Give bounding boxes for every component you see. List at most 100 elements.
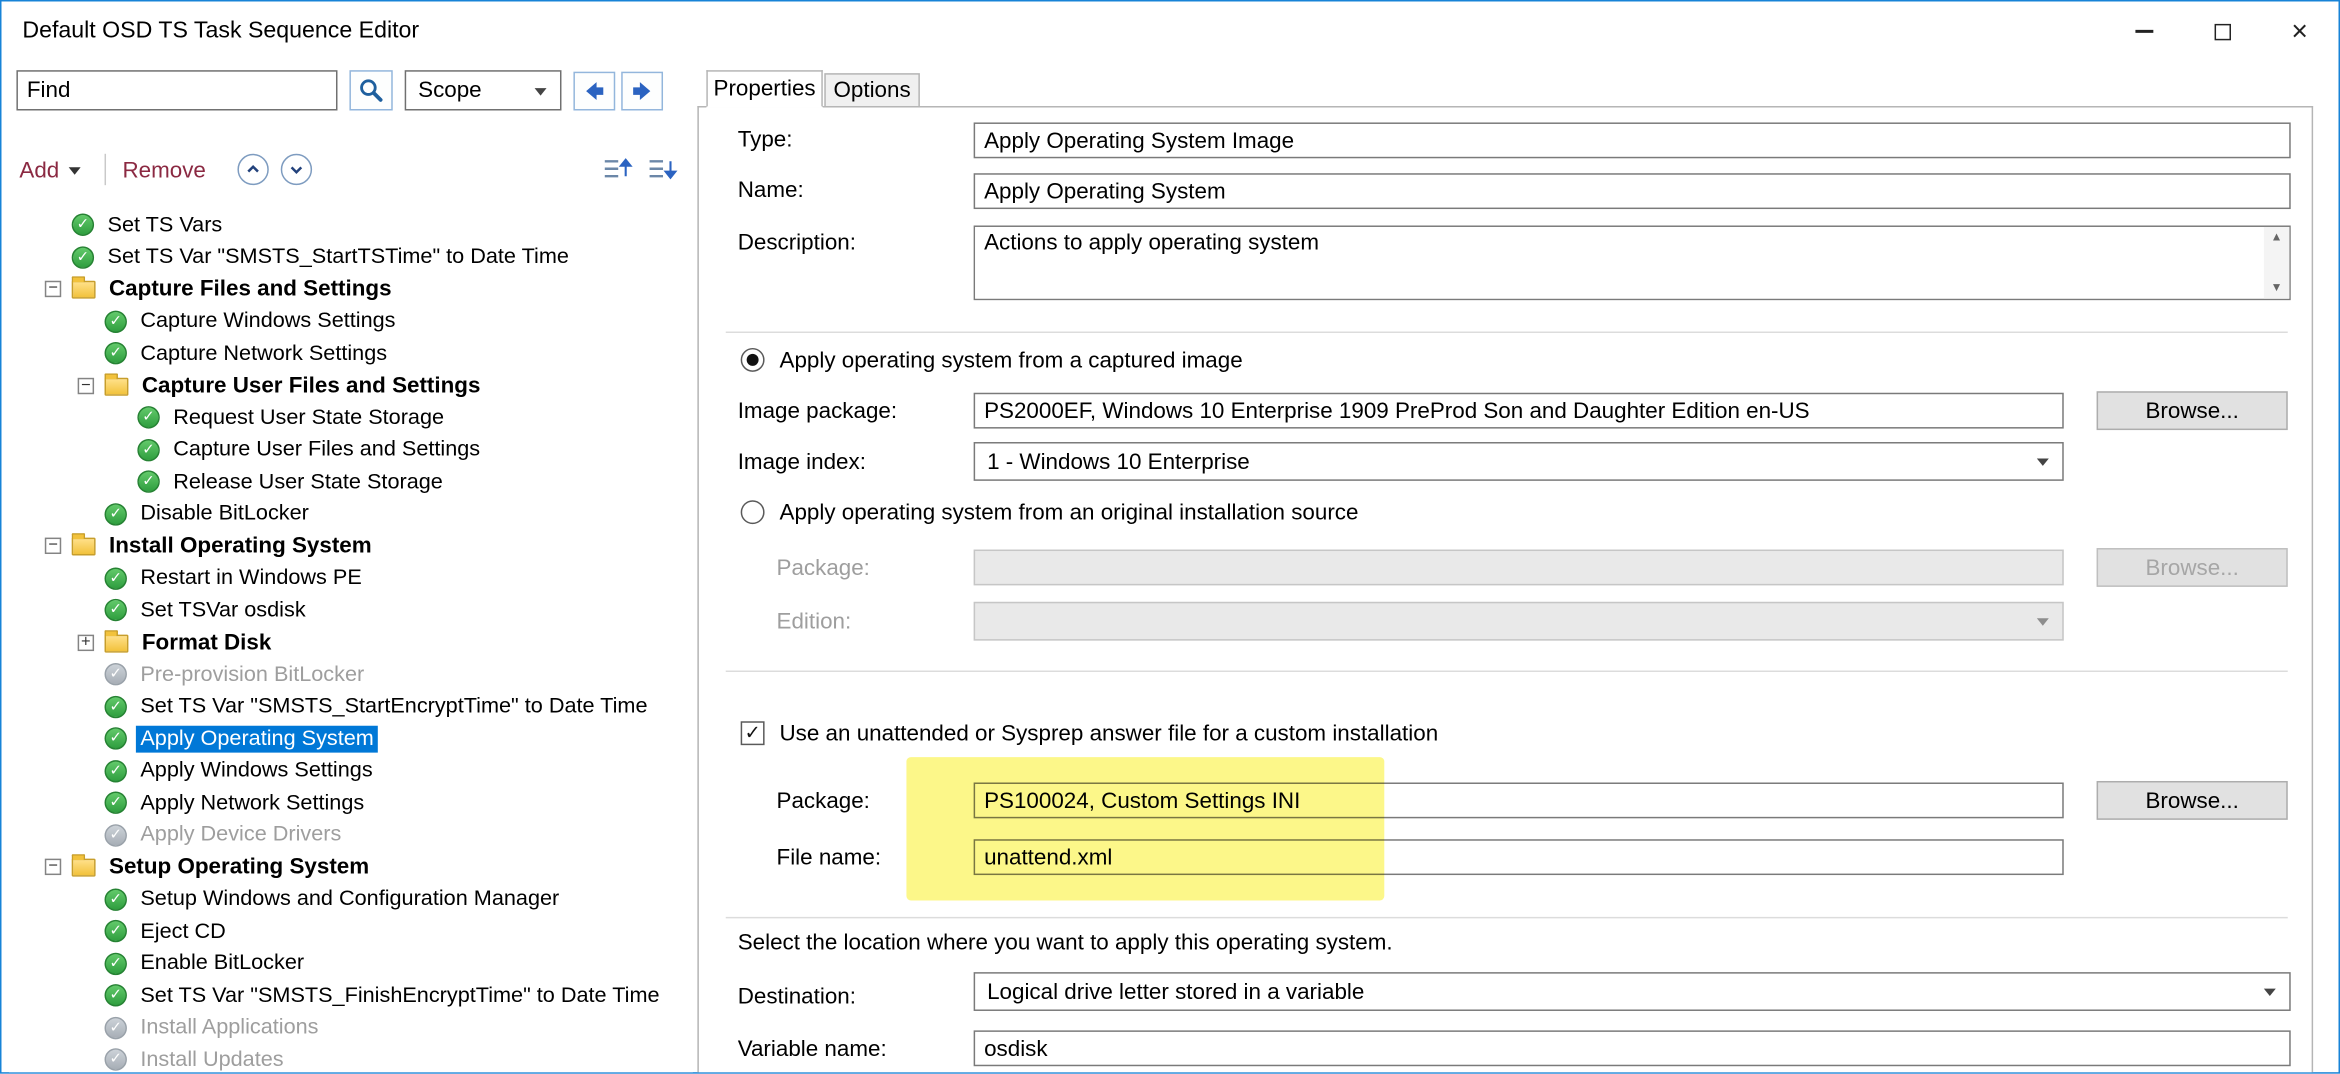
remove-button[interactable]: Remove xyxy=(122,152,205,188)
add-button[interactable]: Add xyxy=(19,152,80,188)
window-title: Default OSD TS Task Sequence Editor xyxy=(22,18,419,45)
tree-expander-icon[interactable]: + xyxy=(78,634,105,650)
tree-step-row[interactable]: ✓Request User State Storage xyxy=(9,402,693,434)
image-index-dropdown[interactable]: 1 - Windows 10 Enterprise xyxy=(974,442,2064,481)
scroll-up-icon[interactable]: ▲ xyxy=(2271,230,2283,245)
tree-step-row[interactable]: ✓Set TS Var "SMSTS_StartEncryptTime" to … xyxy=(9,691,693,723)
move-down-button[interactable] xyxy=(281,154,312,185)
description-field: Actions to apply operating system ▲ ▼ xyxy=(974,225,2291,300)
type-input[interactable] xyxy=(974,122,2291,158)
tree-item-label: Setup Operating System xyxy=(105,853,374,881)
step-check-icon: ✓ xyxy=(105,696,127,718)
destination-dropdown[interactable]: Logical drive letter stored in a variabl… xyxy=(974,972,2291,1011)
tree-step-row[interactable]: ✓Set TSVar osdisk xyxy=(9,594,693,626)
scroll-down-icon[interactable]: ▼ xyxy=(2271,281,2283,296)
maximize-button[interactable] xyxy=(2183,1,2261,61)
title-bar: Default OSD TS Task Sequence Editor xyxy=(1,1,2338,61)
tree-step-row[interactable]: ✓ Setup Windows and Configuration Manager xyxy=(9,883,693,915)
tree-item-label: Capture Files and Settings xyxy=(105,275,396,303)
description-scrollbar[interactable]: ▲ ▼ xyxy=(2264,227,2289,299)
tree-group-row[interactable]: +Format Disk xyxy=(9,626,693,658)
group-folder-icon xyxy=(72,281,96,299)
tree-step-row[interactable]: ✓Set TS Var "SMSTS_FinishEncryptTime" to… xyxy=(9,980,693,1012)
group-folder-icon xyxy=(72,538,96,556)
expand-all-button[interactable] xyxy=(645,152,678,185)
source-package-input xyxy=(974,550,2064,586)
tree-item-label: Capture Windows Settings xyxy=(136,308,400,335)
tree-expander-icon[interactable]: − xyxy=(78,377,105,393)
window-controls: × xyxy=(2106,1,2339,61)
tree-step-row[interactable]: ✓Install Updates xyxy=(9,1044,693,1074)
tree-item-label: Install Applications xyxy=(136,1014,323,1041)
move-up-button[interactable] xyxy=(237,154,268,185)
image-package-input[interactable] xyxy=(974,393,2064,429)
tree-item-label: Setup Windows and Configuration Manager xyxy=(136,886,564,913)
tree-step-row[interactable]: ✓Restart in Windows PE xyxy=(9,562,693,594)
tree-step-row[interactable]: ✓ Capture Windows Settings xyxy=(9,305,693,337)
tree-step-row[interactable]: ✓Pre-provision BitLocker xyxy=(9,659,693,691)
tree-step-row[interactable]: ✓Disable BitLocker xyxy=(9,498,693,530)
name-input[interactable] xyxy=(974,173,2291,209)
step-check-icon: ✓ xyxy=(105,310,127,332)
tab-options[interactable]: Options xyxy=(824,73,920,107)
step-disabled-icon: ✓ xyxy=(105,1049,127,1071)
search-button[interactable] xyxy=(349,70,392,110)
image-index-value: 1 - Windows 10 Enterprise xyxy=(987,449,1250,474)
forward-button[interactable] xyxy=(621,72,663,111)
separator xyxy=(726,332,2288,333)
close-button[interactable]: × xyxy=(2261,1,2339,61)
radio-original-source[interactable] xyxy=(741,500,765,524)
collapse-all-button[interactable] xyxy=(600,152,633,185)
step-check-icon: ✓ xyxy=(105,503,127,525)
back-button[interactable] xyxy=(573,72,615,111)
answer-package-browse-button[interactable]: Browse... xyxy=(2097,781,2288,820)
tree-step-row[interactable]: ✓Install Applications xyxy=(9,1012,693,1044)
scope-dropdown[interactable]: Scope xyxy=(405,70,562,110)
minimize-button[interactable] xyxy=(2106,1,2184,61)
tree-item-label: Release User State Storage xyxy=(169,469,448,496)
chevron-down-icon xyxy=(287,160,306,179)
task-sequence-editor-window: Default OSD TS Task Sequence Editor × Sc… xyxy=(0,0,2340,1074)
step-check-icon: ✓ xyxy=(105,888,127,910)
step-check-icon: ✓ xyxy=(105,342,127,364)
tree-step-row[interactable]: ✓ Set TS Var "SMSTS_StartTSTime" to Date … xyxy=(9,241,693,273)
tree-step-row[interactable]: ✓Capture Network Settings xyxy=(9,337,693,369)
destination-label: Destination: xyxy=(738,984,856,1009)
tree-step-row[interactable]: ✓Apply Network Settings xyxy=(9,787,693,819)
answer-package-label: Package: xyxy=(777,788,870,813)
tree-expander-icon[interactable]: − xyxy=(45,281,72,297)
source-package-label: Package: xyxy=(777,556,870,581)
tree-group-row[interactable]: − Capture Files and Settings xyxy=(9,273,693,305)
tree-step-row[interactable]: ✓Apply Operating System xyxy=(9,723,693,755)
radio-captured-image[interactable] xyxy=(741,348,765,372)
tree-step-row[interactable]: ✓Apply Windows Settings xyxy=(9,755,693,787)
minimize-icon xyxy=(2135,30,2153,33)
tree-item-label: Set TS Var "SMSTS_StartTSTime" to Date T… xyxy=(103,244,573,271)
variable-name-input[interactable] xyxy=(974,1030,2291,1066)
arrow-right-icon xyxy=(630,79,654,103)
description-input[interactable]: Actions to apply operating system xyxy=(975,227,2289,299)
tree-expander-icon[interactable]: − xyxy=(45,859,72,875)
tree-expander-icon[interactable]: − xyxy=(45,538,72,554)
tree-step-row[interactable]: ✓Eject CD xyxy=(9,915,693,947)
tree-step-row[interactable]: ✓Apply Device Drivers xyxy=(9,819,693,851)
chevron-up-icon xyxy=(243,160,262,179)
tree-step-row[interactable]: ✓Enable BitLocker xyxy=(9,947,693,979)
unattend-checkbox[interactable]: ✓ xyxy=(741,721,765,745)
tab-properties[interactable]: Properties xyxy=(706,70,822,107)
tree-group-row[interactable]: −Capture User Files and Settings xyxy=(9,370,693,402)
find-input[interactable] xyxy=(16,70,337,110)
tree-group-row[interactable]: −Install Operating System xyxy=(9,530,693,562)
tree-item-label: Capture User Files and Settings xyxy=(169,436,485,463)
image-package-browse-button[interactable]: Browse... xyxy=(2097,391,2288,430)
tree-item-label: Apply Windows Settings xyxy=(136,757,377,784)
step-check-icon: ✓ xyxy=(72,246,94,268)
yellow-highlight-annotation xyxy=(906,757,1384,900)
arrow-left-icon xyxy=(582,79,606,103)
tree-step-row[interactable]: ✓Capture User Files and Settings xyxy=(9,434,693,466)
tree-step-row[interactable]: ✓Set TS Vars xyxy=(9,209,693,241)
remove-button-label: Remove xyxy=(122,158,205,183)
tree-step-row[interactable]: ✓Release User State Storage xyxy=(9,466,693,498)
tree-group-row[interactable]: − Setup Operating System xyxy=(9,851,693,883)
chevron-down-icon xyxy=(2264,989,2276,996)
